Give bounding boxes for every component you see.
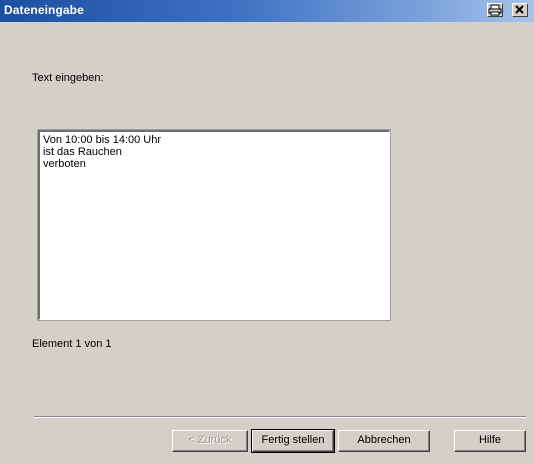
window-title: Dateneingabe bbox=[4, 3, 84, 17]
element-counter: Element 1 von 1 bbox=[32, 338, 112, 350]
dialog-window: Dateneingabe Text eingeben: Von 10:00 bi… bbox=[0, 0, 534, 464]
close-icon bbox=[513, 4, 527, 16]
text-line-2: ist das Rauchen bbox=[43, 146, 122, 158]
help-button[interactable]: Hilfe bbox=[454, 430, 526, 452]
title-bar[interactable]: Dateneingabe bbox=[0, 0, 534, 22]
finish-button[interactable]: Fertig stellen bbox=[251, 429, 335, 453]
print-icon bbox=[488, 4, 502, 16]
text-input-label: Text eingeben: bbox=[32, 72, 104, 84]
text-line-1: Von 10:00 bis 14:00 Uhr bbox=[43, 134, 162, 146]
text-input-area[interactable]: Von 10:00 bis 14:00 Uhr ist das Rauchen … bbox=[37, 129, 391, 321]
back-button[interactable]: < Zurück bbox=[172, 430, 248, 452]
text-line-3: verboten bbox=[43, 158, 86, 170]
close-button[interactable] bbox=[512, 3, 528, 17]
cancel-button[interactable]: Abbrechen bbox=[338, 430, 430, 452]
print-button[interactable] bbox=[487, 3, 503, 17]
button-separator bbox=[34, 416, 526, 418]
